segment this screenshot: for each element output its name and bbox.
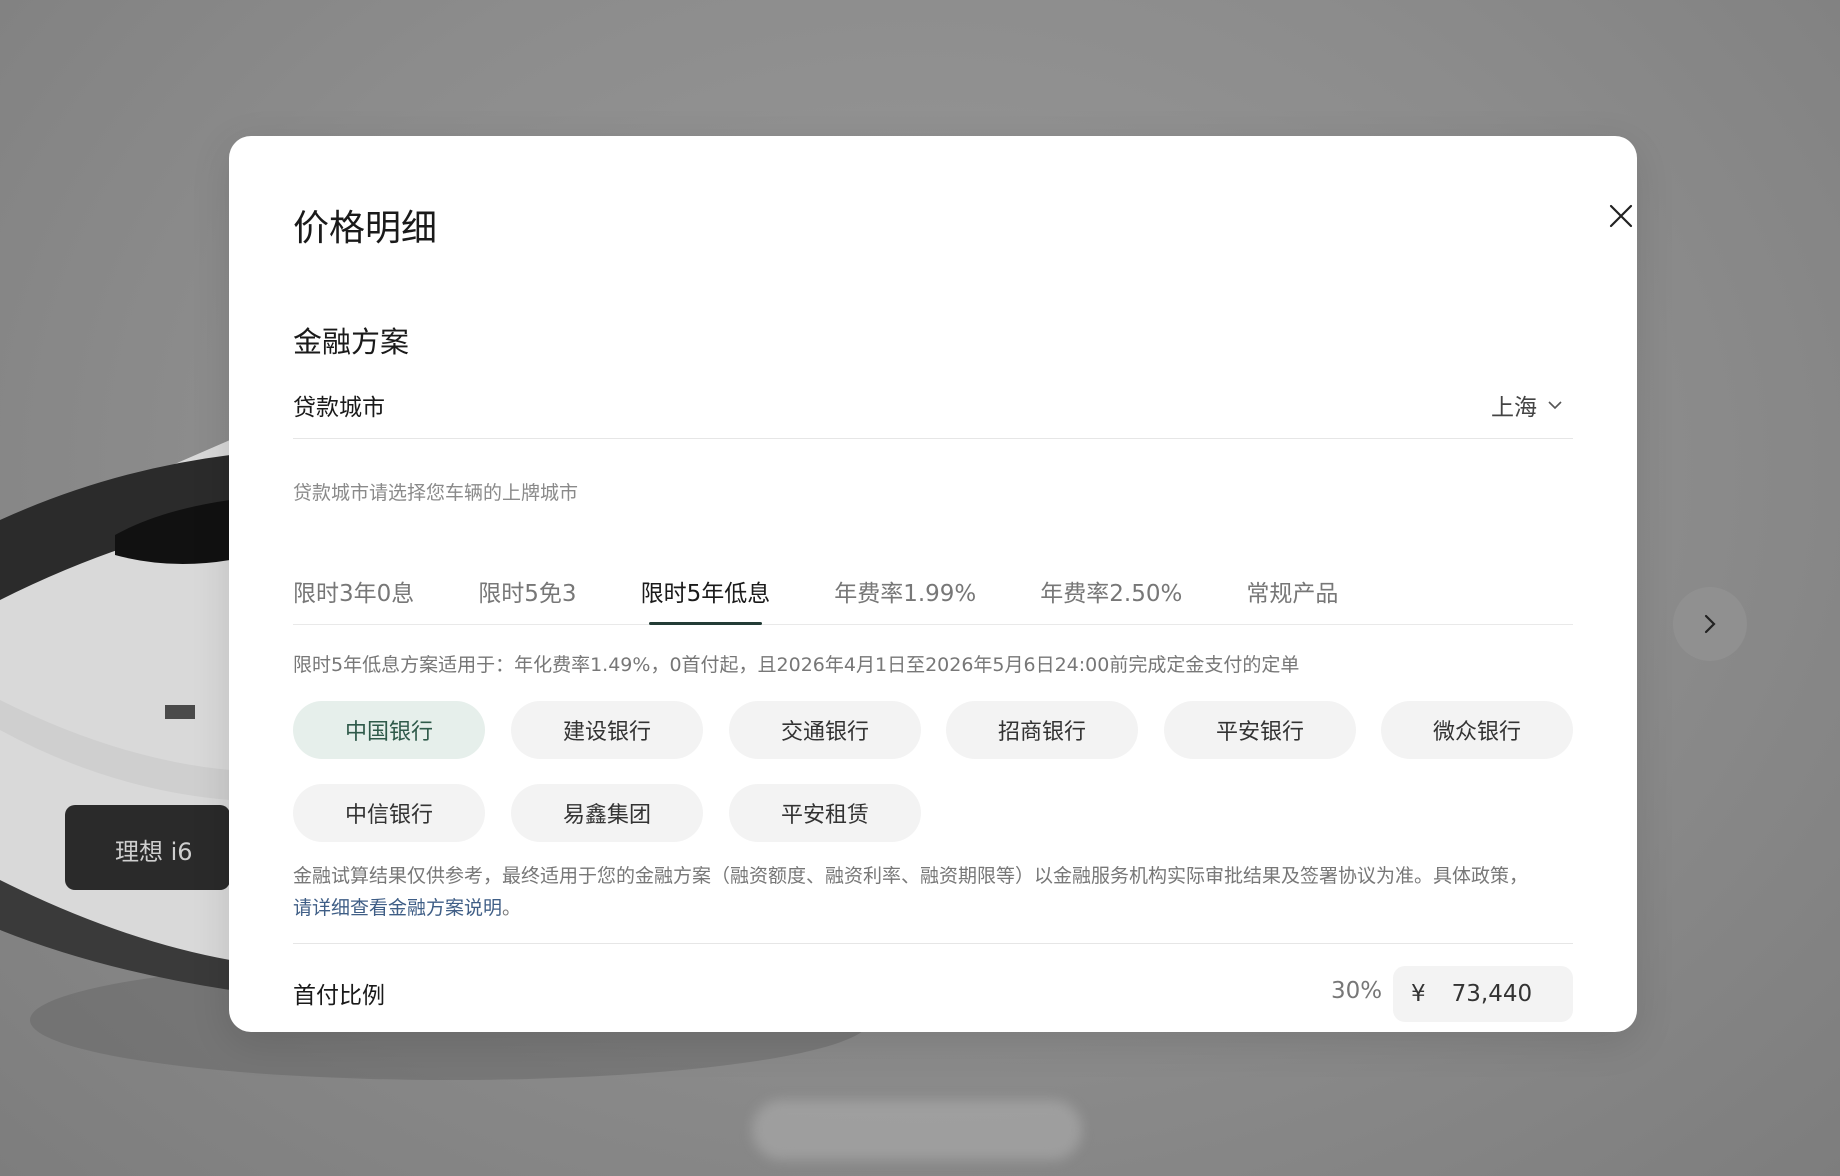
- bank-chip[interactable]: 中信银行: [293, 784, 485, 842]
- plan-description: 限时5年低息方案适用于：年化费率1.49%，0首付起，且2026年4月1日至20…: [293, 654, 1300, 676]
- price-detail-modal: 价格明细 金融方案 贷款城市 上海 贷款城市请选择您车辆的上牌城市 限时3年0息…: [229, 136, 1637, 1032]
- bank-chip[interactable]: 平安租赁: [729, 784, 921, 842]
- divider: [293, 943, 1573, 944]
- loan-city-hint: 贷款城市请选择您车辆的上牌城市: [293, 482, 579, 504]
- blurred-caption: [752, 1100, 1082, 1160]
- currency-symbol: ¥: [1411, 981, 1426, 1007]
- tab-rate-1-99[interactable]: 年费率1.99%: [834, 574, 976, 624]
- loan-city-label: 贷款城市: [293, 395, 385, 421]
- down-payment-row: 首付比例 30% ¥ 73,440: [293, 966, 1573, 1022]
- close-button[interactable]: [1605, 200, 1637, 232]
- loan-city-row: 贷款城市 上海: [293, 392, 1573, 439]
- bank-chip[interactable]: 交通银行: [729, 701, 921, 759]
- tab-rate-2-50[interactable]: 年费率2.50%: [1040, 574, 1182, 624]
- chevron-down-icon: [1548, 401, 1562, 410]
- loan-city-select[interactable]: 上海: [1491, 388, 1563, 422]
- bank-chip[interactable]: 招商银行: [946, 701, 1138, 759]
- section-title: 金融方案: [293, 325, 410, 359]
- tab-5-free-3[interactable]: 限时5免3: [478, 574, 576, 624]
- tab-3-year-zero-interest[interactable]: 限时3年0息: [293, 574, 414, 624]
- bank-chip[interactable]: 易鑫集团: [511, 784, 703, 842]
- bank-chip[interactable]: 平安银行: [1164, 701, 1356, 759]
- disclaimer-end: 。: [502, 897, 522, 919]
- down-payment-percent: 30%: [1331, 978, 1383, 1004]
- disclaimer-text: 金融试算结果仅供参考，最终适用于您的金融方案（融资额度、融资利率、融资期限等）以…: [293, 865, 1529, 887]
- bank-chip[interactable]: 微众银行: [1381, 701, 1573, 759]
- modal-title: 价格明细: [293, 208, 438, 249]
- close-icon: [1609, 204, 1633, 228]
- bank-chip[interactable]: 建设银行: [511, 701, 703, 759]
- loan-city-value: 上海: [1491, 395, 1537, 421]
- chevron-right-icon: [1704, 614, 1716, 634]
- finance-disclaimer: 金融试算结果仅供参考，最终适用于您的金融方案（融资额度、融资利率、融资期限等）以…: [293, 860, 1583, 924]
- finance-plan-link[interactable]: 请详细查看金融方案说明: [293, 897, 502, 919]
- next-image-button[interactable]: [1673, 587, 1747, 661]
- tab-5-year-low-interest[interactable]: 限时5年低息: [641, 574, 770, 625]
- down-payment-label: 首付比例: [293, 983, 385, 1009]
- down-payment-amount: 73,440: [1451, 981, 1533, 1007]
- car-badge-text: 理想 i6: [115, 838, 193, 866]
- plan-tabs: 限时3年0息 限时5免3 限时5年低息 年费率1.99% 年费率2.50% 常规…: [293, 574, 1573, 625]
- down-payment-amount-input[interactable]: ¥ 73,440: [1393, 966, 1573, 1022]
- bank-chip[interactable]: 中国银行: [293, 701, 485, 759]
- tab-regular-products[interactable]: 常规产品: [1246, 574, 1338, 624]
